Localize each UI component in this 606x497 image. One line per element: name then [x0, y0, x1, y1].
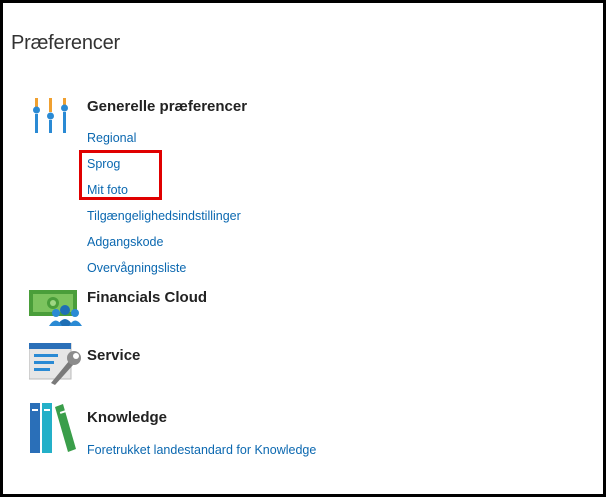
form-wrench-icon	[29, 343, 81, 385]
link-watchlist[interactable]: Overvågningsliste	[87, 261, 186, 275]
link-accessibility[interactable]: Tilgængelighedsindstillinger	[87, 209, 241, 223]
money-people-icon	[29, 290, 82, 326]
link-knowledge-locale[interactable]: Foretrukket landestandard for Knowledge	[87, 443, 316, 457]
link-regional[interactable]: Regional	[87, 131, 136, 145]
section-title-general: Generelle præferencer	[87, 98, 248, 115]
link-password[interactable]: Adgangskode	[87, 235, 163, 249]
sliders-icon	[33, 98, 68, 133]
section-title-knowledge: Knowledge	[87, 409, 168, 426]
books-icon	[30, 403, 76, 453]
section-title-service: Service	[87, 347, 141, 364]
page-title: Præferencer	[11, 32, 120, 54]
highlight-box	[79, 150, 162, 200]
preferences-panel: Præferencer Generelle præferencer Region…	[0, 0, 606, 497]
section-title-financials: Financials Cloud	[87, 289, 208, 306]
